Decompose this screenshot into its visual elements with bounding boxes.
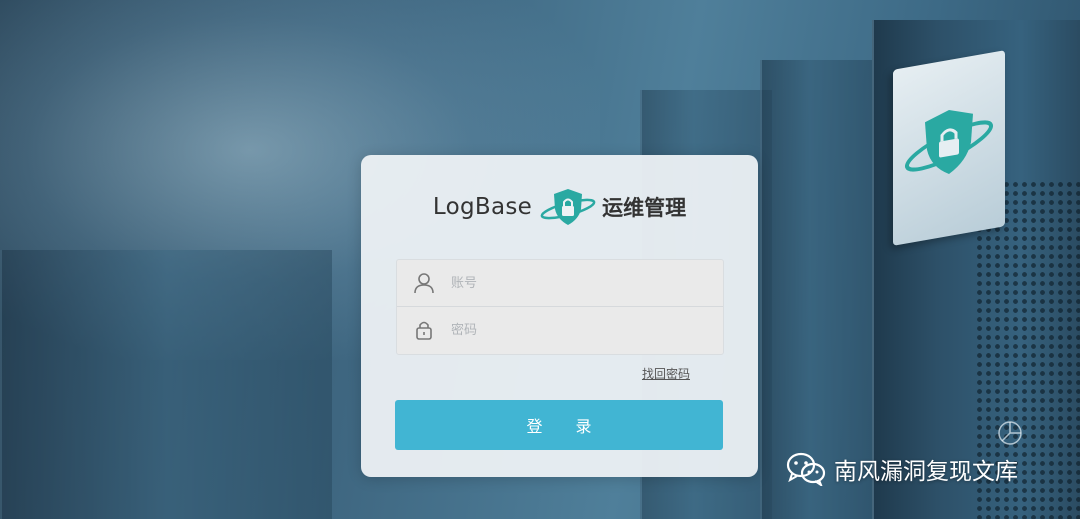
forgot-password-link[interactable]: 找回密码 (642, 365, 690, 382)
watermark: 南风漏洞复现文库 (786, 449, 1018, 489)
brand-name: LogBase (432, 194, 533, 220)
credentials-group (396, 259, 724, 355)
logo: LogBase 运维管理 (361, 185, 758, 229)
username-row (397, 260, 723, 307)
pie-chart-icon (997, 420, 1023, 446)
server-rack (0, 250, 332, 519)
shield-badge (893, 50, 1005, 246)
watermark-text: 南风漏洞复现文库 (834, 459, 1018, 485)
login-card: LogBase 运维管理 账号 找回密码 登 录 (361, 155, 758, 477)
shield-lock-icon (904, 110, 994, 174)
username-input[interactable] (449, 274, 693, 292)
password-input[interactable] (449, 321, 693, 339)
password-row (397, 307, 723, 353)
lock-icon (413, 319, 435, 341)
wechat-icon (786, 452, 826, 486)
brand-subtitle: 运维管理 (602, 196, 687, 220)
login-button[interactable]: 登 录 (395, 400, 723, 450)
user-icon (413, 272, 435, 294)
shield-logo-icon (540, 187, 596, 227)
